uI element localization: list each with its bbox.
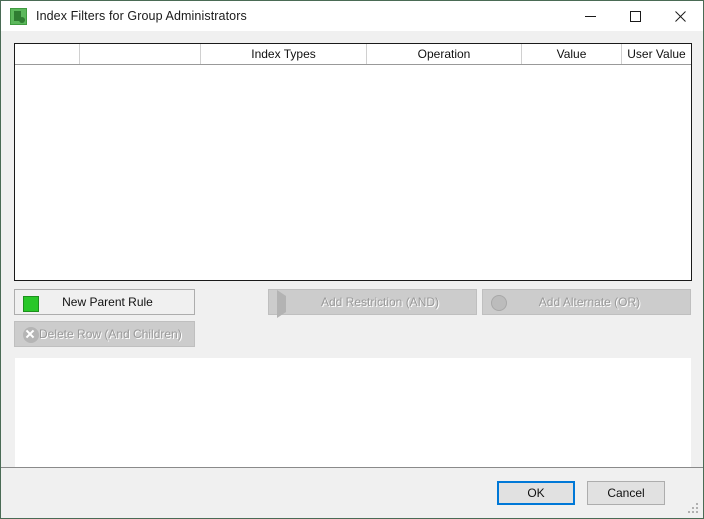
grid-column-header-operation[interactable]: Operation (367, 44, 522, 64)
maximize-button[interactable] (613, 1, 658, 31)
add-restriction-and-label: Add Restriction (AND) (320, 295, 440, 309)
play-triangle-icon (277, 289, 302, 318)
dialog-body: Index Types Operation Value User Value N… (1, 31, 703, 481)
maximize-icon (630, 10, 641, 22)
circle-icon (491, 295, 507, 311)
grid-column-header-user-value[interactable]: User Value (622, 44, 691, 64)
grid-column-header-expander[interactable] (15, 44, 80, 64)
grid-rows-area[interactable] (15, 65, 691, 280)
close-button[interactable] (658, 1, 703, 31)
filter-lock-icon (10, 7, 27, 25)
minimize-button[interactable] (568, 1, 613, 31)
grid-column-header-rule[interactable] (80, 44, 201, 64)
title-bar: Index Filters for Group Administrators (1, 1, 703, 31)
delete-row-and-children-button[interactable]: Delete Row (And Children) (14, 321, 195, 347)
green-square-icon (23, 295, 39, 312)
filters-grid[interactable]: Index Types Operation Value User Value (14, 43, 692, 281)
delete-row-and-children-label: Delete Row (And Children) (39, 327, 182, 341)
rule-preview-panel[interactable] (15, 358, 691, 481)
new-parent-rule-button[interactable]: New Parent Rule (14, 289, 195, 315)
window-title: Index Filters for Group Administrators (36, 9, 247, 23)
window-controls (568, 1, 703, 31)
circle-x-icon (23, 326, 39, 343)
grid-column-header-index-types[interactable]: Index Types (201, 44, 367, 64)
add-alternate-or-button[interactable]: Add Alternate (OR) (482, 289, 691, 315)
grid-header-row: Index Types Operation Value User Value (15, 44, 691, 65)
dialog-window: Index Filters for Group Administrators I… (0, 0, 704, 519)
new-parent-rule-label: New Parent Rule (62, 295, 153, 309)
minimize-icon (585, 15, 596, 17)
resize-grip[interactable] (688, 503, 700, 515)
cancel-button[interactable]: Cancel (587, 481, 665, 505)
close-icon (675, 10, 686, 22)
grid-column-header-value[interactable]: Value (522, 44, 622, 64)
ok-button[interactable]: OK (497, 481, 575, 505)
add-alternate-or-label: Add Alternate (OR) (538, 295, 641, 309)
dialog-footer: OK Cancel (1, 467, 703, 518)
add-restriction-and-button[interactable]: Add Restriction (AND) (268, 289, 477, 318)
